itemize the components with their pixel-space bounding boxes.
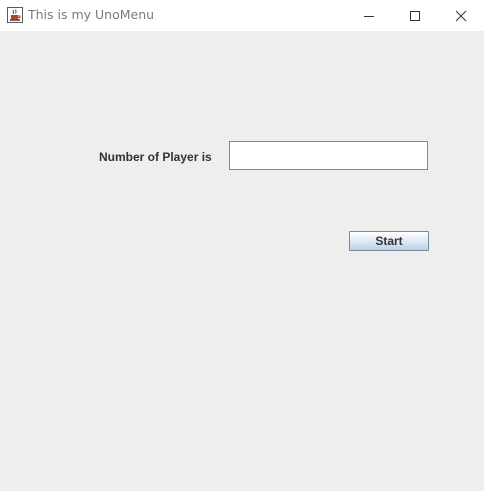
start-button[interactable]: Start	[349, 231, 429, 251]
minimize-button[interactable]	[346, 0, 392, 31]
player-count-label: Number of Player is	[99, 150, 212, 164]
java-cup-icon	[7, 7, 23, 23]
close-button[interactable]	[438, 0, 484, 31]
player-count-input[interactable]	[229, 141, 428, 170]
minimize-icon	[364, 15, 374, 17]
maximize-button[interactable]	[392, 0, 438, 31]
close-icon	[455, 10, 467, 21]
maximize-icon	[410, 10, 420, 21]
app-window: This is my UnoMenu Number of Player is S…	[0, 0, 484, 491]
content-panel: Number of Player is Start	[0, 31, 484, 491]
window-title: This is my UnoMenu	[28, 7, 155, 22]
title-bar[interactable]: This is my UnoMenu	[0, 0, 484, 31]
